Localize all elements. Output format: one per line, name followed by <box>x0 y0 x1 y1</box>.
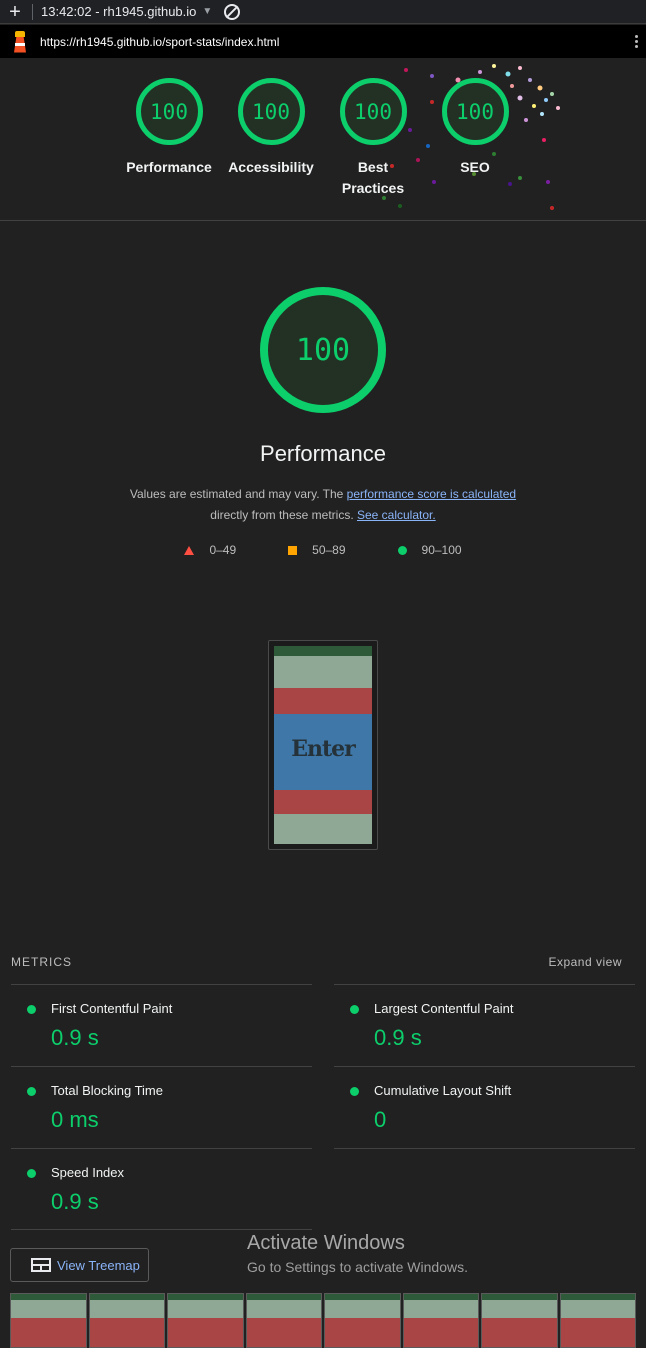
expand-view-toggle[interactable]: Expand view <box>548 955 622 969</box>
pass-dot-icon <box>350 1087 359 1096</box>
metric-value: 0.9 s <box>374 1025 422 1050</box>
more-options-icon[interactable] <box>635 35 638 48</box>
legend-pass-label: 90–100 <box>421 543 462 557</box>
metric-name: Largest Contentful Paint <box>374 1001 514 1016</box>
blocked-icon[interactable] <box>224 3 241 20</box>
tab-dropdown-icon[interactable]: ▼ <box>202 6 212 17</box>
filmstrip-frame <box>10 1293 87 1348</box>
score-legend: 0–49 50–89 90–100 <box>0 543 646 557</box>
gauge-seo-score: 100 <box>441 78 509 145</box>
view-treemap-label: View Treemap <box>57 1257 140 1273</box>
metric-name: Speed Index <box>51 1165 125 1180</box>
metric-value: 0.9 s <box>51 1189 99 1214</box>
filmstrip <box>10 1293 636 1348</box>
legend-fail-label: 0–49 <box>209 543 237 557</box>
metric-value: 0 ms <box>51 1107 99 1132</box>
gauge-performance-label: Performance <box>126 159 212 175</box>
fail-triangle-icon <box>184 545 195 555</box>
score-gauges: 100 Performance 100 Accessibility 100 Be… <box>118 78 526 199</box>
legend-fail: 0–49 <box>184 543 236 557</box>
legend-average-label: 50–89 <box>312 543 346 557</box>
screenshot-enter-text: Enter <box>291 736 356 762</box>
metric-value: 0 <box>374 1107 387 1132</box>
filmstrip-frame <box>402 1293 479 1348</box>
legend-average: 50–89 <box>288 543 346 557</box>
metric-name: Cumulative Layout Shift <box>374 1083 512 1098</box>
metrics-divider <box>334 1148 635 1149</box>
tab-separator <box>32 3 33 20</box>
tab-title[interactable]: 13:42:02 - rh1945.github.io <box>41 4 196 19</box>
gauge-seo[interactable]: 100 SEO <box>424 78 526 199</box>
metrics-header: METRICS Expand view <box>11 955 634 969</box>
pass-dot-icon <box>350 1005 359 1014</box>
metric-lcp: Largest Contentful Paint 0.9 s <box>334 984 635 1066</box>
pass-dot-icon <box>27 1005 36 1014</box>
filmstrip-frame <box>167 1293 244 1348</box>
metric-fcp: First Contentful Paint 0.9 s <box>11 984 312 1066</box>
description-text: Values are estimated and may vary. The <box>129 487 347 501</box>
header-divider <box>0 220 646 221</box>
filmstrip-frame <box>88 1293 165 1348</box>
filmstrip-frame <box>559 1293 636 1348</box>
url-bar: https://rh1945.github.io/sport-stats/ind… <box>0 25 646 58</box>
category-description: Values are estimated and may vary. The p… <box>60 484 586 526</box>
report-url[interactable]: https://rh1945.github.io/sport-stats/ind… <box>40 35 279 49</box>
metric-speed-index: Speed Index 0.9 s <box>11 1148 312 1230</box>
gauge-accessibility-score: 100 <box>237 78 305 145</box>
gauge-best-practices[interactable]: 100 Best Practices <box>322 78 424 199</box>
filmstrip-frame <box>245 1293 322 1348</box>
screenshot-image: Enter <box>274 646 372 844</box>
metric-name: First Contentful Paint <box>51 1001 173 1016</box>
metric-name: Total Blocking Time <box>51 1083 163 1098</box>
metric-tbt: Total Blocking Time 0 ms <box>11 1066 312 1148</box>
gauge-performance[interactable]: 100 Performance <box>118 78 220 199</box>
gauge-seo-label: SEO <box>460 159 490 175</box>
watermark-subtitle: Go to Settings to activate Windows. <box>247 1259 468 1275</box>
legend-pass: 90–100 <box>397 543 462 557</box>
pass-dot-icon <box>27 1087 36 1096</box>
pass-circle-icon <box>397 545 407 555</box>
filmstrip-frame <box>324 1293 401 1348</box>
filmstrip-frame <box>481 1293 558 1348</box>
category-title: Performance <box>260 441 386 466</box>
see-calculator-link[interactable]: See calculator. <box>357 508 436 522</box>
new-tab-icon[interactable]: + <box>0 2 30 22</box>
score-calculated-link[interactable]: performance score is calculated <box>347 487 516 501</box>
description-middle-text: directly from these metrics. <box>210 508 357 522</box>
gauge-best-practices-label: Best Practices <box>341 159 405 196</box>
gauge-best-practices-score: 100 <box>339 78 407 145</box>
performance-score-gauge: 100 <box>260 287 386 413</box>
metric-value: 0.9 s <box>51 1025 99 1050</box>
metrics-title: METRICS <box>11 955 72 969</box>
gauge-accessibility[interactable]: 100 Accessibility <box>220 78 322 199</box>
pass-dot-icon <box>27 1169 36 1178</box>
watermark-title: Activate Windows <box>247 1232 405 1254</box>
activate-windows-watermark: Activate Windows Go to Settings to activ… <box>247 1232 468 1275</box>
metric-cls: Cumulative Layout Shift 0 <box>334 1066 635 1148</box>
lighthouse-logo-icon <box>12 30 28 53</box>
gauge-accessibility-label: Accessibility <box>228 159 314 175</box>
final-screenshot[interactable]: Enter <box>268 640 378 850</box>
view-treemap-button[interactable]: View Treemap <box>10 1248 149 1282</box>
average-square-icon <box>288 545 298 555</box>
gauge-performance-score: 100 <box>135 78 203 145</box>
browser-tab-bar: + 13:42:02 - rh1945.github.io ▼ <box>0 0 646 24</box>
treemap-icon <box>31 1258 51 1272</box>
